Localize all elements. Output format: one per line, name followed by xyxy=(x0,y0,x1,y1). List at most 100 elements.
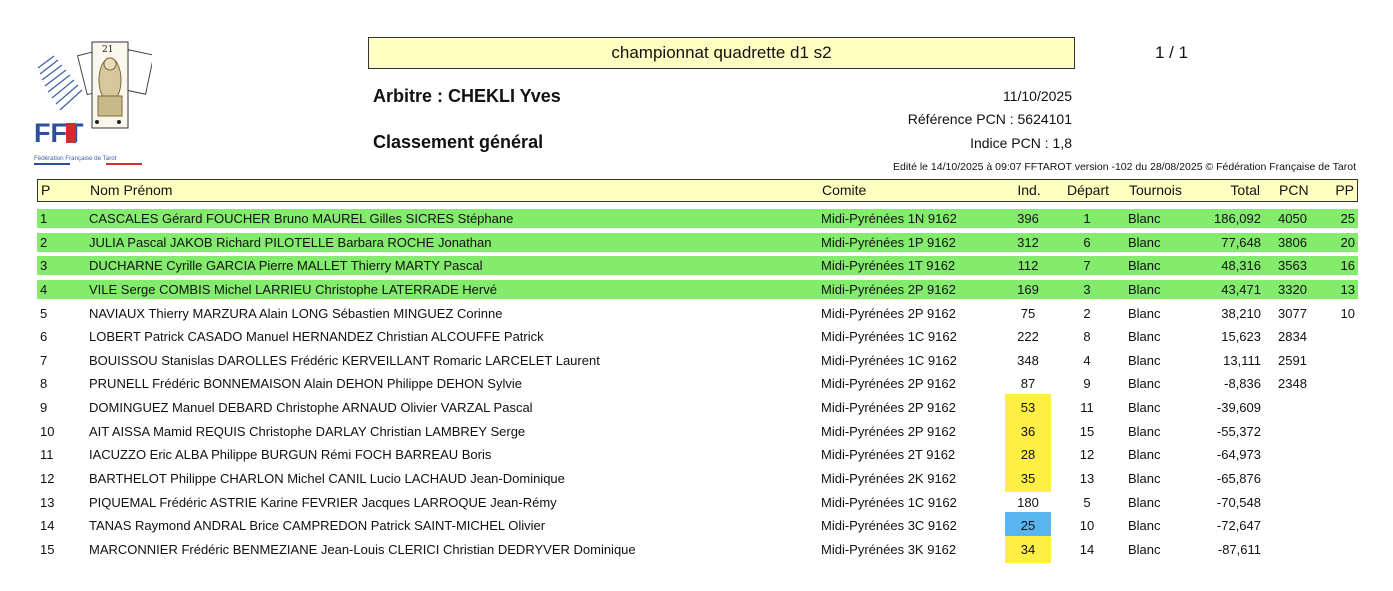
depart-cell: 1 xyxy=(1083,211,1091,226)
ind-cell: 222 xyxy=(1017,329,1039,344)
total-cell: -65,876 xyxy=(1216,471,1261,486)
table-row: 6 LOBERT Patrick CASADO Manuel HERNANDEZ … xyxy=(37,327,1358,346)
depart-cell: 12 xyxy=(1079,447,1095,462)
player-names-cell: JULIA Pascal JAKOB Richard PILOTELLE Bar… xyxy=(89,235,492,250)
depart-cell: 8 xyxy=(1083,329,1091,344)
total-cell: -87,611 xyxy=(1217,542,1261,557)
tournois-cell: Blanc xyxy=(1128,424,1161,439)
player-names-cell: LOBERT Patrick CASADO Manuel HERNANDEZ C… xyxy=(89,329,544,344)
tournois-cell: Blanc xyxy=(1128,353,1161,368)
player-names-cell: TANAS Raymond ANDRAL Brice CAMPREDON Pat… xyxy=(89,518,546,533)
ind-cell: 53 xyxy=(1020,400,1036,415)
table-row: 15 MARCONNIER Frédéric BENMEZIANE Jean-Lo… xyxy=(37,536,1358,563)
rank-cell: 1 xyxy=(40,211,48,226)
rank-cell: 8 xyxy=(40,376,48,391)
table-row: 8 PRUNELL Frédéric BONNEMAISON Alain DEHO… xyxy=(37,374,1358,393)
table-row: 5 NAVIAUX Thierry MARZURA Alain LONG Séba… xyxy=(37,304,1358,323)
rank-cell: 12 xyxy=(40,471,55,486)
ind-cell: 312 xyxy=(1017,235,1039,250)
ind-cell: 34 xyxy=(1020,542,1036,557)
competition-title: championnat quadrette d1 s2 xyxy=(368,37,1075,69)
table-row: 13 PIQUEMAL Frédéric ASTRIE Karine FEVRIE… xyxy=(37,493,1358,512)
player-names-cell: MARCONNIER Frédéric BENMEZIANE Jean-Loui… xyxy=(89,542,636,557)
ind-cell: 180 xyxy=(1017,495,1039,510)
tournois-cell: Blanc xyxy=(1128,282,1161,297)
player-names-cell: IACUZZO Eric ALBA Philippe BURGUN Rémi F… xyxy=(89,447,492,462)
edition-info: Edité le 14/10/2025 à 09:07 FFTAROT vers… xyxy=(892,161,1356,173)
tournois-cell: Blanc xyxy=(1128,542,1161,557)
depart-cell: 7 xyxy=(1083,258,1091,273)
comite-cell: Midi-Pyrénées 2P 9162 xyxy=(821,424,956,439)
pp-cell: 13 xyxy=(1340,282,1355,297)
pcn-cell: 4050 xyxy=(1278,211,1307,226)
comite-cell: Midi-Pyrénées 3C 9162 xyxy=(821,518,957,533)
comite-cell: Midi-Pyrénées 1C 9162 xyxy=(821,353,957,368)
comite-cell: Midi-Pyrénées 2P 9162 xyxy=(821,306,956,321)
pp-cell: 16 xyxy=(1340,258,1355,273)
comite-cell: Midi-Pyrénées 2K 9162 xyxy=(821,471,957,486)
pp-cell: 10 xyxy=(1340,306,1355,321)
player-names-cell: NAVIAUX Thierry MARZURA Alain LONG Sébas… xyxy=(89,306,503,321)
col-header-depart: Départ xyxy=(1066,182,1110,198)
rank-cell: 6 xyxy=(40,329,48,344)
classement-label: Classement général xyxy=(373,132,544,152)
pp-cell: 20 xyxy=(1340,235,1355,250)
player-names-cell: AIT AISSA Mamid REQUIS Christophe DARLAY… xyxy=(89,424,526,439)
logo-letters: FFT xyxy=(34,118,84,148)
comite-cell: Midi-Pyrénées 2T 9162 xyxy=(821,447,956,462)
table-row: 11 IACUZZO Eric ALBA Philippe BURGUN Rémi… xyxy=(37,441,1358,468)
player-names-cell: CASCALES Gérard FOUCHER Bruno MAUREL Gil… xyxy=(89,211,514,226)
total-cell: 77,648 xyxy=(1221,235,1261,250)
depart-cell: 11 xyxy=(1080,400,1094,415)
tournois-cell: Blanc xyxy=(1128,400,1161,415)
table-row: 2 JULIA Pascal JAKOB Richard PILOTELLE Ba… xyxy=(37,233,1358,252)
table-row: 10 AIT AISSA Mamid REQUIS Christophe DARL… xyxy=(37,418,1358,445)
total-cell: 48,316 xyxy=(1221,258,1261,273)
comite-cell: Midi-Pyrénées 1C 9162 xyxy=(821,329,957,344)
pcn-cell: 3563 xyxy=(1278,258,1307,273)
table-row: 3 DUCHARNE Cyrille GARCIA Pierre MALLET T… xyxy=(37,256,1358,275)
ind-cell: 396 xyxy=(1017,211,1039,226)
rank-cell: 3 xyxy=(40,258,48,273)
depart-cell: 13 xyxy=(1079,471,1095,486)
pcn-cell: 3806 xyxy=(1278,235,1307,250)
total-cell: 15,623 xyxy=(1221,329,1261,344)
tournois-cell: Blanc xyxy=(1128,235,1161,250)
pcn-cell: 2591 xyxy=(1278,353,1307,368)
col-header-nom: Nom Prénom xyxy=(90,182,173,198)
depart-cell: 15 xyxy=(1079,424,1095,439)
tournois-cell: Blanc xyxy=(1128,495,1161,510)
total-cell: 186,092 xyxy=(1214,211,1261,226)
pcn-cell: 3077 xyxy=(1278,306,1307,321)
comite-cell: Midi-Pyrénées 2P 9162 xyxy=(821,376,956,391)
ind-cell: 169 xyxy=(1017,282,1039,297)
tournois-cell: Blanc xyxy=(1128,376,1161,391)
ind-cell: 87 xyxy=(1020,376,1036,391)
col-header-total: Total xyxy=(1230,182,1260,198)
pcn-cell: 2834 xyxy=(1278,329,1307,344)
tournois-cell: Blanc xyxy=(1128,211,1161,226)
total-cell: -55,372 xyxy=(1216,424,1261,439)
player-names-cell: BOUISSOU Stanislas DAROLLES Frédéric KER… xyxy=(89,353,600,368)
comite-cell: Midi-Pyrénées 1T 9162 xyxy=(821,258,956,273)
comite-cell: Midi-Pyrénées 3K 9162 xyxy=(821,542,957,557)
table-row: 14 TANAS Raymond ANDRAL Brice CAMPREDON P… xyxy=(37,512,1358,539)
rank-cell: 2 xyxy=(40,235,48,250)
player-names-cell: PRUNELL Frédéric BONNEMAISON Alain DEHON… xyxy=(89,376,522,391)
table-row: 7 BOUISSOU Stanislas DAROLLES Frédéric KE… xyxy=(37,351,1358,370)
player-names-cell: PIQUEMAL Frédéric ASTRIE Karine FEVRIER … xyxy=(89,495,557,510)
ind-cell: 35 xyxy=(1020,471,1036,486)
total-cell: -72,647 xyxy=(1216,518,1261,533)
comite-cell: Midi-Pyrénées 2P 9162 xyxy=(821,400,956,415)
pcn-reference: Référence PCN : 5624101 xyxy=(907,111,1072,127)
depart-cell: 4 xyxy=(1083,353,1091,368)
arbitre-label: Arbitre : CHEKLI Yves xyxy=(373,86,561,106)
depart-cell: 10 xyxy=(1079,518,1095,533)
depart-cell: 2 xyxy=(1083,306,1091,321)
pcn-cell: 3320 xyxy=(1278,282,1307,297)
tournois-cell: Blanc xyxy=(1128,447,1161,462)
total-cell: -70,548 xyxy=(1216,495,1261,510)
svg-text:21: 21 xyxy=(102,45,113,55)
comite-cell: Midi-Pyrénées 1P 9162 xyxy=(821,235,956,250)
pcn-cell: 2348 xyxy=(1278,376,1307,391)
